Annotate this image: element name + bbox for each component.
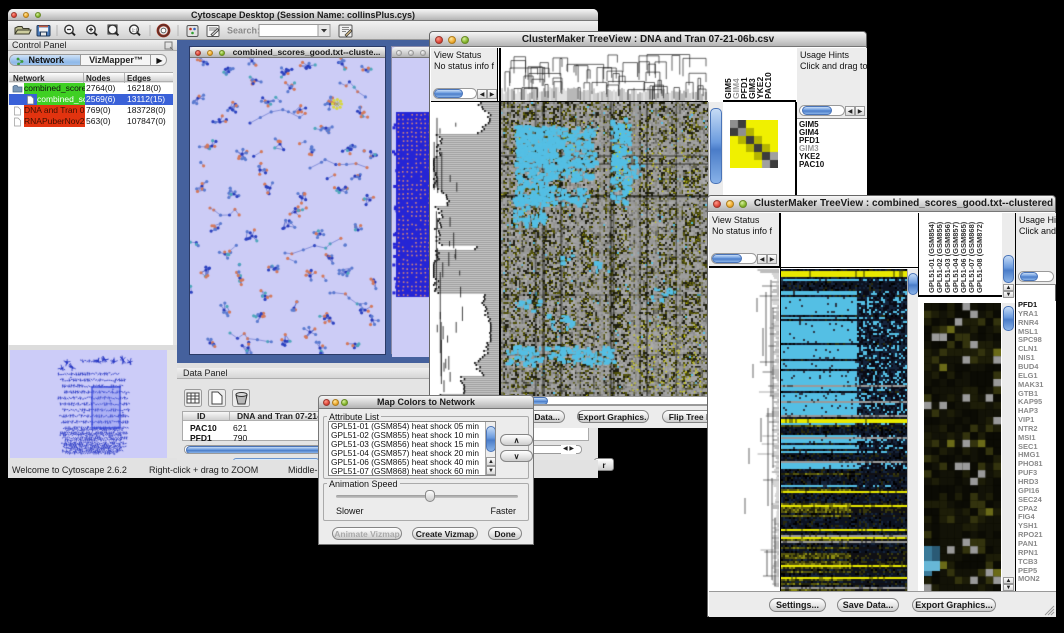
svg-text:1:1: 1:1 — [132, 28, 139, 33]
svg-text:Search:: Search: — [227, 26, 260, 36]
